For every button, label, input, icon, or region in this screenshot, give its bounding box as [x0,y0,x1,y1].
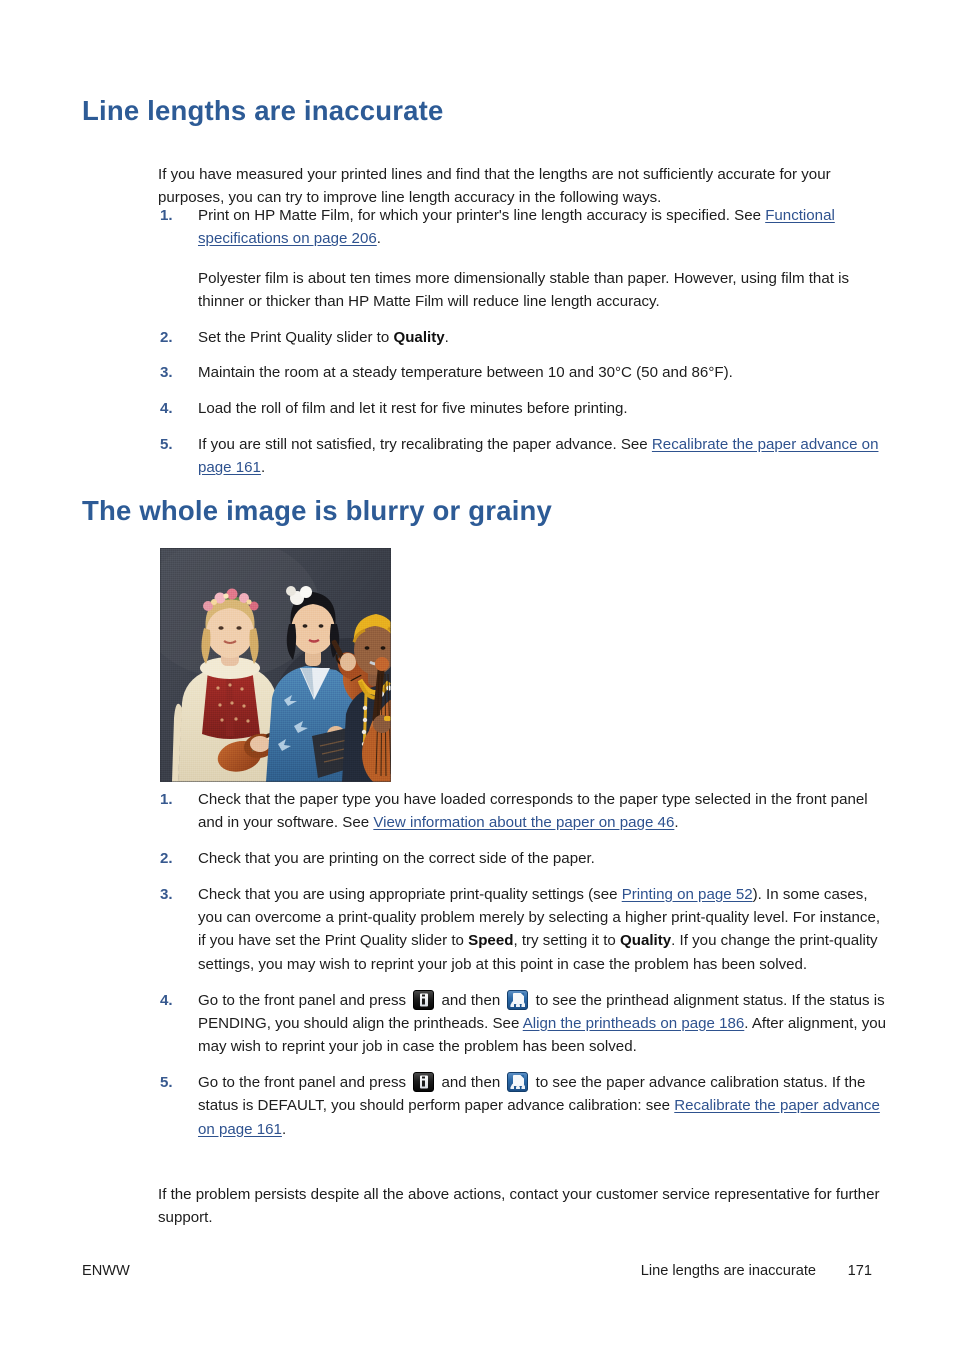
step-text-tail: . [674,814,679,832]
list-number: 2. [160,850,173,868]
step-text: Load the roll of film and let it rest fo… [198,400,628,418]
list-number: 5. [160,1073,173,1091]
list-number: 3. [160,364,173,382]
list-item: 2. Check that you are printing on the co… [158,847,890,870]
step-text-tail: . [376,230,381,248]
step-text: and then [437,1073,505,1091]
emphasis-quality: Quality [393,328,445,346]
list-number: 4. [160,991,173,1009]
step-text: and then [437,991,505,1009]
list-number: 1. [160,791,173,808]
step-text-tail: . [444,328,449,346]
step-text: Maintain the room at a steady temperatur… [198,364,733,382]
list-number: 3. [160,885,173,903]
step-text: If you are still not satisfied, try reca… [198,436,652,454]
list-item: 1. Check that the paper type you have lo… [158,788,890,835]
section-heading-blurry-grainy-wrapper: The whole image is blurry or grainy [82,495,553,526]
step-text: Go to the front panel and press [198,1073,411,1091]
footer-running-head: Line lengths are inaccurate [640,1263,816,1279]
list-item: 1. Print on HP Matte Film, for which you… [158,204,890,313]
list-number: 4. [160,400,173,418]
section-heading-line-lengths-wrapper: Line lengths are inaccurate [82,95,444,126]
step-text: Go to the front panel and press [198,991,411,1009]
step-text: Set the Print Quality slider to [198,328,394,346]
front-panel-info-icon [413,989,435,1010]
list-item: 5. Go to the front panel and press and t… [158,1071,890,1141]
page-footer: ENWW Line lengths are inaccurate 171 [82,1263,872,1279]
footer-page-number: 171 [847,1263,872,1279]
step-text: Print on HP Matte Film, for which your p… [198,207,766,224]
front-panel-printhead-icon [507,1071,529,1092]
step-text: , try setting it to [513,932,620,950]
step-text: Check that you are using appropriate pri… [198,885,622,903]
intro-paragraph: If you have measured your printed lines … [158,166,831,207]
photo-illustration [160,548,391,782]
emphasis-speed: Speed [468,932,514,950]
link-printing-page-52[interactable]: Printing on page 52 [622,886,753,903]
list-number: 2. [160,328,173,346]
step-text: Check that you are printing on the corre… [198,850,595,868]
list-item: 3. Maintain the room at a steady tempera… [158,361,890,384]
list-item: 4. Go to the front panel and press and t… [158,989,890,1059]
step-subparagraph: Polyester film is about ten times more d… [198,269,850,310]
link-align-the-printheads[interactable]: Align the printheads on page 186 [523,1015,745,1032]
steps-list-blurry-grainy: 1. Check that the paper type you have lo… [158,788,890,1153]
list-number: 5. [160,436,173,454]
list-item: 3. Check that you are using appropriate … [158,883,890,976]
document-page: Line lengths are inaccurate If you have … [0,0,954,1350]
front-panel-info-icon [413,1071,435,1092]
step-text-tail: . [260,459,266,477]
list-item: 2. Set the Print Quality slider to Quali… [158,326,890,349]
link-view-information-about-paper[interactable]: View information about the paper on page… [373,814,674,831]
front-panel-printhead-icon [507,989,529,1010]
footer-locale-code: ENWW [82,1263,130,1279]
list-number: 1. [160,207,173,224]
footer-right-group: Line lengths are inaccurate 171 [641,1263,872,1279]
steps-list-line-lengths: 1. Print on HP Matte Film, for which you… [158,204,890,492]
page-title-blurry-grainy: The whole image is blurry or grainy [82,495,553,526]
list-item: 5. If you are still not satisfied, try r… [158,433,890,480]
list-item: 4. Load the roll of film and let it rest… [158,397,890,420]
closing-paragraph: If the problem persists despite all the … [158,1186,880,1227]
figure-grainy-photo [160,548,391,782]
step-text: . [281,1120,287,1138]
page-title-line-lengths: Line lengths are inaccurate [82,95,444,126]
emphasis-quality: Quality [619,932,672,950]
